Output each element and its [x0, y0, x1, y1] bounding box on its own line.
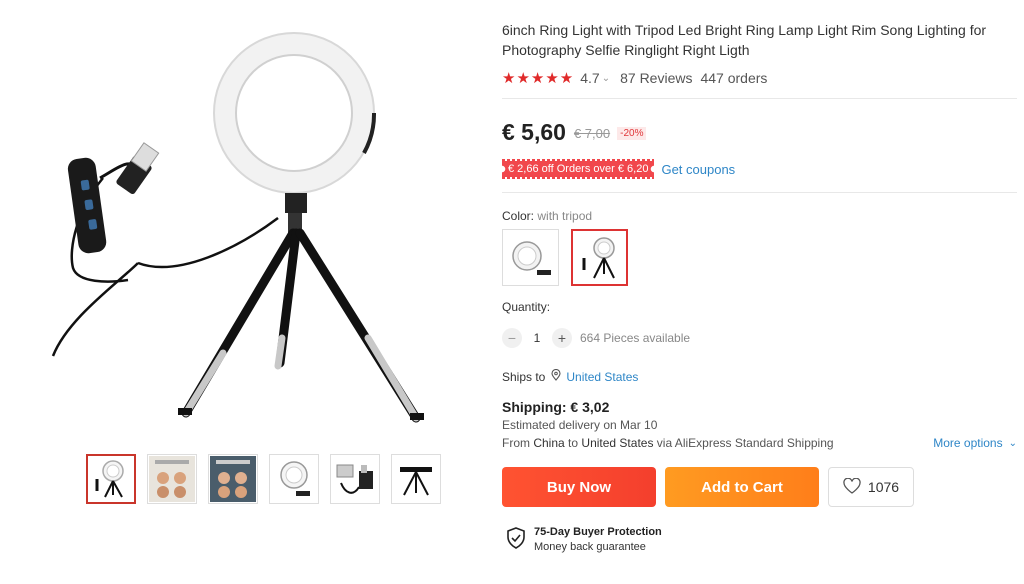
product-title: 6inch Ring Light with Tripod Led Bright … [502, 22, 987, 58]
protection-subtitle: Money back guarantee [534, 541, 646, 553]
quantity-increment-button[interactable]: + [552, 328, 572, 348]
quantity-stepper: − 1 + 664 Pieces available [502, 327, 1017, 349]
thumbnail-3[interactable] [208, 454, 258, 504]
original-price: € 7,00 [573, 126, 611, 141]
color-label-text: Color: [502, 209, 535, 223]
thumbnail-2[interactable] [147, 454, 197, 504]
shipping-cost: Shipping: € 3,02 [502, 399, 610, 415]
shipping-method: via AliExpress Standard Shipping [656, 436, 834, 450]
color-label: Color: with tripod [502, 209, 1017, 223]
product-details: 6inch Ring Light with Tripod Led Bright … [502, 20, 1017, 555]
color-swatch-with-tripod[interactable] [571, 229, 628, 286]
orders-count: 447 orders [700, 70, 768, 86]
heart-icon [843, 477, 861, 497]
estimated-delivery: Estimated delivery on Mar 10 [502, 418, 658, 432]
to-word: to [568, 436, 579, 450]
more-options-link[interactable]: More options ⌄ [933, 436, 1017, 450]
wishlist-button[interactable]: 1076 [828, 467, 914, 507]
buyer-protection: 75-Day Buyer Protection Money back guara… [506, 525, 1017, 555]
more-options-label: More options [933, 436, 1003, 450]
thumbnail-6[interactable] [391, 454, 441, 504]
ships-to-label: Ships to [502, 369, 546, 384]
rating-stars-icon: ★★★★★ [502, 70, 575, 87]
chevron-down-icon[interactable]: ⌄ [602, 73, 610, 84]
quantity-value[interactable]: 1 [522, 331, 552, 345]
current-price: € 5,60 [502, 119, 566, 145]
main-product-image[interactable] [48, 18, 448, 433]
get-coupons-link[interactable]: Get coupons [661, 162, 735, 177]
ships-to-country[interactable]: United States [566, 370, 638, 384]
thumbnail-5[interactable] [330, 454, 380, 504]
buy-now-button[interactable]: Buy Now [502, 467, 656, 507]
shipping-route: From China to United States via AliExpre… [502, 436, 1017, 450]
thumbnail-1[interactable] [86, 454, 136, 504]
thumbnail-strip [86, 454, 441, 504]
rating-row: ★★★★★ 4.7 ⌄ 87 Reviews 447 orders [502, 69, 1017, 87]
color-swatches [502, 229, 1017, 286]
discount-badge: -20% [617, 127, 647, 140]
wishlist-count: 1076 [867, 479, 900, 495]
to-country: United States [581, 436, 654, 450]
quantity-decrement-button[interactable]: − [502, 328, 522, 348]
ships-to-row: Ships to United States [502, 368, 1017, 384]
location-pin-icon [551, 368, 561, 384]
action-buttons: Buy Now Add to Cart 1076 [502, 467, 1017, 507]
color-swatch-ring-only[interactable] [502, 229, 559, 286]
divider [502, 192, 1017, 193]
quantity-label: Quantity: [502, 300, 551, 314]
color-value: with tripod [537, 209, 593, 223]
divider [502, 98, 1017, 99]
coupon-badge[interactable]: € 2,66 off Orders over € 6,20 [502, 159, 655, 179]
thumbnail-4[interactable] [269, 454, 319, 504]
add-to-cart-button[interactable]: Add to Cart [665, 467, 819, 507]
pieces-available: 664 Pieces available [580, 331, 691, 345]
shield-check-icon [506, 526, 526, 554]
protection-title: 75-Day Buyer Protection [534, 526, 662, 538]
chevron-down-icon: ⌄ [1008, 437, 1017, 449]
coupon-row: € 2,66 off Orders over € 6,20 Get coupon… [502, 159, 1017, 179]
price-row: € 5,60 € 7,00 -20% [502, 118, 1017, 146]
rating-value[interactable]: 4.7 [580, 70, 599, 86]
reviews-link[interactable]: 87 Reviews [620, 70, 692, 86]
from-country: China [533, 436, 565, 450]
from-prefix: From [502, 436, 530, 450]
